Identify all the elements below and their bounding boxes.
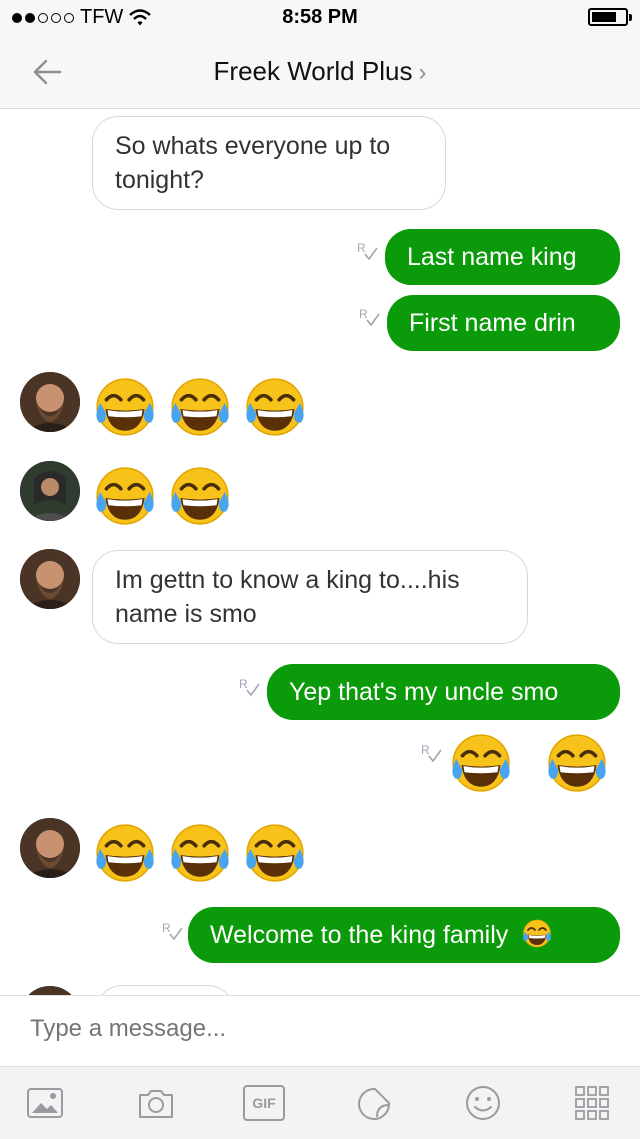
incoming-message-bubble[interactable] [96,985,234,995]
conversation-title[interactable]: Freek World Plus › [0,56,640,87]
tears-of-joy-emoji[interactable] [167,464,233,530]
sender-avatar[interactable] [20,986,80,995]
gif-label: GIF [252,1095,276,1111]
read-receipt-icon [238,675,262,699]
sender-avatar[interactable] [20,461,80,521]
gallery-icon[interactable] [25,1083,65,1123]
tears-of-joy-emoji[interactable] [167,375,233,441]
read-receipt-icon [161,919,185,943]
tears-of-joy-emoji[interactable] [167,821,233,887]
status-bar: TFW 8:58 PM [0,0,640,36]
incoming-message-bubble[interactable]: Im gettn to know a king to....his name i… [92,550,528,644]
outgoing-message-bubble[interactable]: Welcome to the king family [188,907,620,963]
tears-of-joy-emoji[interactable] [448,731,514,797]
group-name: Freek World Plus [213,56,413,86]
tears-of-joy-emoji[interactable] [544,731,610,797]
camera-icon[interactable] [136,1083,176,1123]
tears-of-joy-emoji [521,918,553,950]
outgoing-message-bubble[interactable]: Last name king [385,229,620,285]
incoming-message-bubble[interactable]: So whats everyone up to tonight? [92,116,446,210]
read-receipt-icon [358,305,382,329]
chevron-right-icon: › [418,59,427,86]
tears-of-joy-emoji[interactable] [92,821,158,887]
message-composer [0,995,640,1066]
message-input[interactable] [28,1014,612,1044]
tears-of-joy-emoji[interactable] [92,464,158,530]
attachment-toolbar: GIF [0,1066,640,1139]
read-receipt-icon [420,741,444,765]
sender-avatar[interactable] [20,372,80,432]
message-list[interactable]: So whats everyone up to tonight? Last na… [0,109,640,995]
battery-icon [588,8,632,26]
tears-of-joy-emoji[interactable] [92,375,158,441]
outgoing-message-bubble[interactable]: Yep that's my uncle smo [267,664,620,720]
sender-avatar[interactable] [20,549,80,609]
smiley-icon[interactable] [463,1083,503,1123]
grid-icon[interactable] [572,1083,612,1123]
sender-avatar[interactable] [20,818,80,878]
conversation-header: Freek World Plus › [0,36,640,109]
sticker-icon[interactable] [355,1083,395,1123]
tears-of-joy-emoji[interactable] [242,821,308,887]
message-text: Welcome to the king family [210,921,509,949]
tears-of-joy-emoji[interactable] [242,375,308,441]
read-receipt-icon [356,239,380,263]
outgoing-message-bubble[interactable]: First name drin [387,295,620,351]
gif-icon[interactable]: GIF [243,1085,285,1121]
clock: 8:58 PM [282,6,358,28]
